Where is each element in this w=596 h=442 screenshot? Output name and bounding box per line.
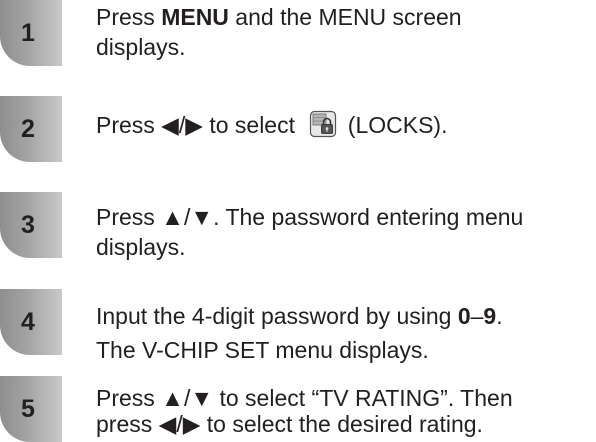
step-1-text: Press MENU and the MENU screen displays. [96,2,592,62]
digit-key-label: 0 [457,303,471,329]
step-number-badge: 1 [0,0,62,66]
step-5-line-1: Press ▲/▼ to select “TV RATING”. Then [96,385,513,411]
step-4-line-2: The V-CHIP SET menu displays. [96,337,429,363]
step-1-line-2: displays. [96,34,186,60]
step-number: 5 [21,394,35,423]
text-segment: Input the 4-digit password by using [96,303,458,329]
step-3-line-1: Press ▲/▼. The password entering menu [96,204,524,230]
digit-key-label: 9 [483,303,497,329]
step-2-text: Press ◀/▶ to select (LOCKS). [96,110,592,140]
text-segment: (LOCKS). [341,112,448,138]
step-4-text: Input the 4-digit password by using 0–9.… [96,299,592,367]
step-number: 3 [21,210,35,239]
step-number: 1 [21,18,35,47]
step-5-line-2: press ◀/▶ to select the desired rating. [96,411,483,437]
step-3-line-2: displays. [96,234,186,260]
step-number-badge: 3 [0,192,62,258]
text-segment: and the MENU screen [228,4,462,30]
step-number-badge: 2 [0,96,62,162]
step-3-text: Press ▲/▼. The password entering menu di… [96,202,592,262]
menu-key-label: MENU [161,4,229,30]
text-segment: . [496,303,503,329]
text-segment: Press ◀/▶ to select [96,112,302,138]
text-segment: – [470,303,484,329]
text-segment: Press [96,4,162,30]
step-number: 4 [21,307,35,336]
step-number: 2 [21,114,35,143]
step-number-badge: 4 [0,289,62,355]
step-1-line-1: Press MENU and the MENU screen [96,2,592,32]
step-number-badge: 5 [0,376,62,442]
step-4-line-1: Input the 4-digit password by using 0–9. [96,299,592,333]
locks-icon [310,110,337,138]
step-5-text: Press ▲/▼ to select “TV RATING”. Then pr… [96,385,592,437]
